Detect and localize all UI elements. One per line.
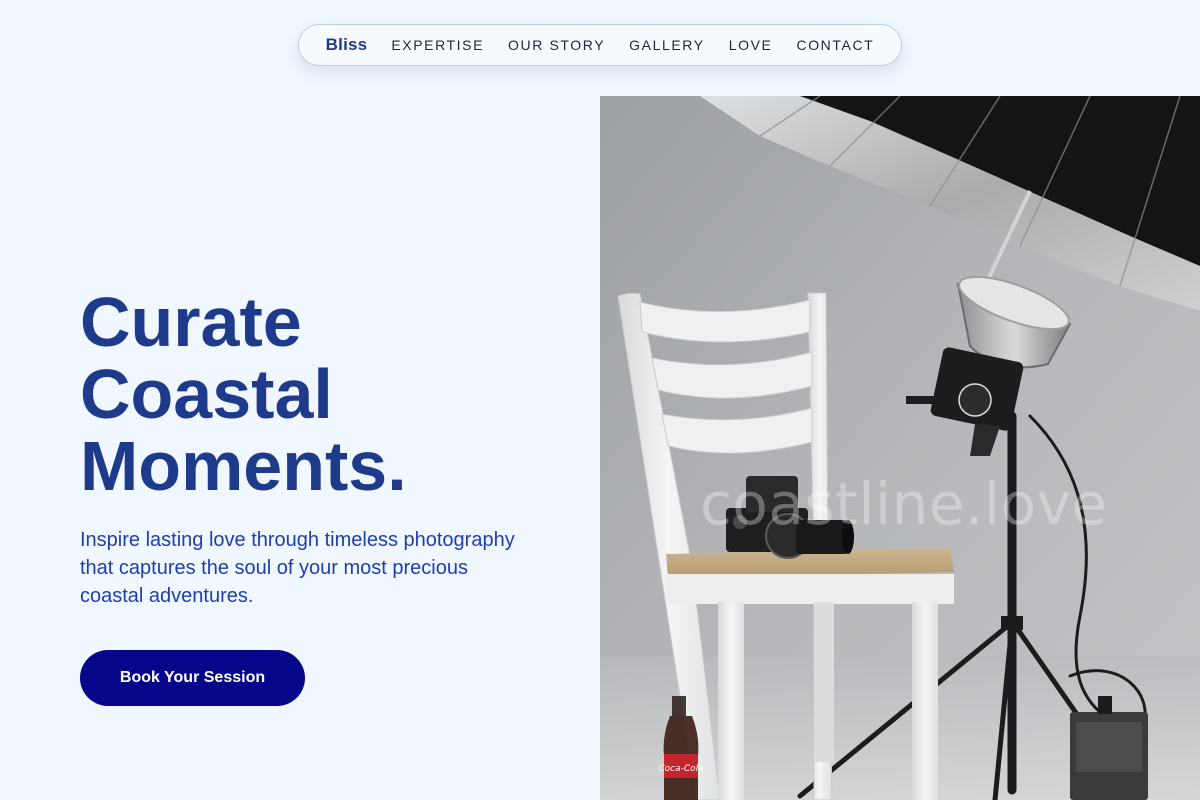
watermark-text: coastline.love [700,470,1108,538]
top-navigation: Bliss EXPERTISE OUR STORY GALLERY LOVE C… [298,24,902,66]
bottle-label: Coca-Cola [658,764,703,774]
brand-logo[interactable]: Bliss [326,35,368,55]
book-session-button[interactable]: Book Your Session [80,650,305,706]
nav-link-gallery[interactable]: GALLERY [629,37,705,53]
hero-title-line: Curate [80,283,302,361]
hero-title: Curate Coastal Moments. [80,286,560,502]
hero-title-line: Coastal [80,355,333,433]
nav-link-our-story[interactable]: OUR STORY [508,37,605,53]
nav-link-expertise[interactable]: EXPERTISE [391,37,484,53]
nav-link-love[interactable]: LOVE [729,37,773,53]
nav-link-contact[interactable]: CONTACT [796,37,874,53]
hero-photo: Coca-Cola coastline.love [600,96,1200,800]
hero-title-line: Moments. [80,427,407,505]
studio-scene-illustration: Coca-Cola [600,96,1200,800]
hero-subtitle: Inspire lasting love through timeless ph… [80,529,515,607]
